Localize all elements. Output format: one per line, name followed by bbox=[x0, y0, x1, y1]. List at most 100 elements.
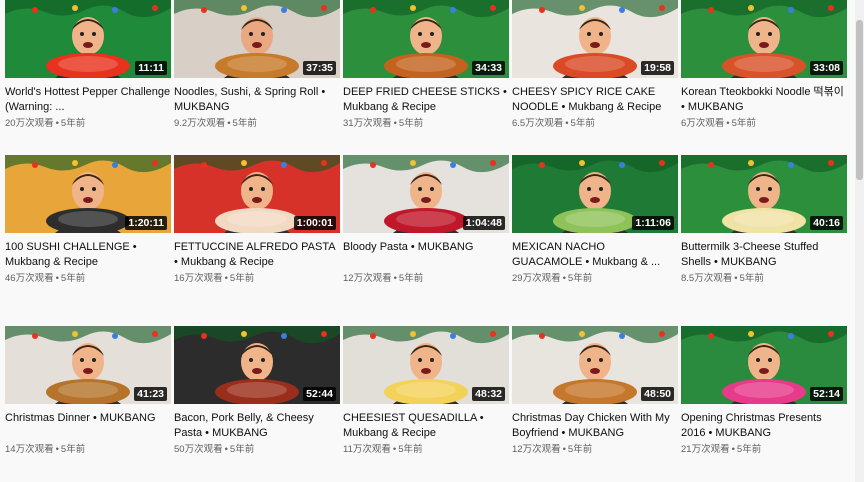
video-duration: 37:35 bbox=[303, 61, 336, 75]
video-card[interactable]: 19:58 CHEESY SPICY RICE CAKE NOODLE • Mu… bbox=[512, 0, 678, 130]
video-title[interactable]: MEXICAN NACHO GUACAMOLE • Mukbang & ... bbox=[512, 240, 678, 270]
video-meta: 6万次观看 • 5年前 bbox=[681, 118, 847, 130]
upload-age: 5年前 bbox=[229, 273, 255, 284]
video-card[interactable]: 40:16 Buttermilk 3-Cheese Stuffed Shells… bbox=[681, 155, 847, 285]
video-card[interactable]: 1:20:11 100 SUSHI CHALLENGE • Mukbang & … bbox=[5, 155, 171, 285]
separator-dot: • bbox=[731, 444, 735, 455]
video-duration: 1:04:48 bbox=[462, 216, 505, 230]
upload-age: 5年前 bbox=[731, 118, 756, 129]
video-card[interactable]: 48:32 CHEESIEST QUESADILLA • Mukbang & R… bbox=[343, 326, 509, 456]
view-count: 29万次观看 bbox=[512, 273, 561, 284]
video-duration: 52:44 bbox=[303, 387, 336, 401]
video-card[interactable]: 52:14 Opening Christmas Presents 2016 • … bbox=[681, 326, 847, 456]
video-title[interactable]: World's Hottest Pepper Challenge (Warnin… bbox=[5, 85, 171, 115]
upload-age: 5年前 bbox=[232, 118, 257, 129]
video-title[interactable]: Bloody Pasta • MUKBANG bbox=[343, 240, 509, 270]
view-count: 21万次观看 bbox=[681, 444, 730, 455]
upload-age: 5年前 bbox=[229, 444, 255, 455]
view-count: 11万次观看 bbox=[343, 444, 391, 455]
video-duration: 41:23 bbox=[134, 387, 167, 401]
video-duration: 48:32 bbox=[472, 387, 505, 401]
video-thumbnail[interactable]: 1:00:01 bbox=[174, 155, 340, 233]
video-duration: 1:11:06 bbox=[632, 216, 674, 230]
separator-dot: • bbox=[392, 444, 397, 455]
upload-age: 5年前 bbox=[736, 444, 762, 455]
upload-age: 5年前 bbox=[60, 444, 86, 455]
video-meta: 29万次观看 • 5年前 bbox=[512, 273, 678, 285]
video-title[interactable]: Bacon, Pork Belly, & Cheesy Pasta • MUKB… bbox=[174, 411, 340, 441]
upload-age: 5年前 bbox=[739, 273, 764, 284]
video-thumbnail[interactable]: 37:35 bbox=[174, 0, 340, 78]
scrollbar[interactable] bbox=[855, 0, 864, 482]
separator-dot: • bbox=[55, 118, 59, 129]
video-thumbnail[interactable]: 34:33 bbox=[343, 0, 509, 78]
video-title[interactable]: Buttermilk 3-Cheese Stuffed Shells • MUK… bbox=[681, 240, 847, 270]
view-count: 46万次观看 bbox=[5, 273, 54, 284]
video-meta: 16万次观看 • 5年前 bbox=[174, 273, 340, 285]
upload-age: 5年前 bbox=[60, 273, 86, 284]
video-meta: 21万次观看 • 5年前 bbox=[681, 444, 847, 456]
video-card[interactable]: 37:35 Noodles, Sushi, & Spring Roll • MU… bbox=[174, 0, 340, 130]
upload-age: 5年前 bbox=[567, 444, 593, 455]
view-count: 12万次观看 bbox=[343, 273, 392, 284]
video-title[interactable]: Korean Tteokbokki Noodle 떡볶이 • MUKBANG bbox=[681, 85, 847, 115]
view-count: 50万次观看 bbox=[174, 444, 223, 455]
video-duration: 52:14 bbox=[810, 387, 843, 401]
video-card[interactable]: 1:04:48 Bloody Pasta • MUKBANG 12万次观看 • 5年… bbox=[343, 155, 509, 285]
video-card[interactable]: 1:00:01 FETTUCCINE ALFREDO PASTA • Mukba… bbox=[174, 155, 340, 285]
upload-age: 5年前 bbox=[398, 273, 424, 284]
video-meta: 9.2万次观看 • 5年前 bbox=[174, 118, 340, 130]
video-thumbnail[interactable]: 1:04:48 bbox=[343, 155, 509, 233]
video-title[interactable]: Noodles, Sushi, & Spring Roll • MUKBANG bbox=[174, 85, 340, 115]
video-duration: 48:50 bbox=[641, 387, 674, 401]
video-card[interactable]: 48:50 Christmas Day Chicken With My Boyf… bbox=[512, 326, 678, 456]
upload-age: 5年前 bbox=[398, 444, 423, 455]
video-thumbnail[interactable]: 11:11 bbox=[5, 0, 171, 78]
video-title[interactable]: 100 SUSHI CHALLENGE • Mukbang & Recipe bbox=[5, 240, 171, 270]
video-title[interactable]: Christmas Day Chicken With My Boyfriend … bbox=[512, 411, 678, 441]
video-title[interactable]: Christmas Dinner • MUKBANG bbox=[5, 411, 171, 441]
video-title[interactable]: CHEESY SPICY RICE CAKE NOODLE • Mukbang … bbox=[512, 85, 678, 115]
video-title[interactable]: Opening Christmas Presents 2016 • MUKBAN… bbox=[681, 411, 847, 441]
view-count: 8.5万次观看 bbox=[681, 273, 733, 284]
video-duration: 19:58 bbox=[641, 61, 674, 75]
video-meta: 8.5万次观看 • 5年前 bbox=[681, 273, 847, 285]
video-meta: 12万次观看 • 5年前 bbox=[512, 444, 678, 456]
view-count: 9.2万次观看 bbox=[174, 118, 226, 129]
video-card[interactable]: 1:11:06 MEXICAN NACHO GUACAMOLE • Mukban… bbox=[512, 155, 678, 285]
video-duration: 34:33 bbox=[472, 61, 505, 75]
video-thumbnail[interactable]: 52:44 bbox=[174, 326, 340, 404]
video-title[interactable]: FETTUCCINE ALFREDO PASTA • Mukbang & Rec… bbox=[174, 240, 340, 270]
view-count: 20万次观看 bbox=[5, 118, 54, 129]
video-thumbnail[interactable]: 40:16 bbox=[681, 155, 847, 233]
video-thumbnail[interactable]: 1:11:06 bbox=[512, 155, 678, 233]
video-title[interactable]: CHEESIEST QUESADILLA • Mukbang & Recipe bbox=[343, 411, 509, 441]
separator-dot: • bbox=[726, 118, 730, 129]
video-meta: 6.5万次观看 • 5年前 bbox=[512, 118, 678, 130]
scrollbar-thumb[interactable] bbox=[856, 20, 863, 180]
video-thumbnail[interactable]: 41:23 bbox=[5, 326, 171, 404]
video-thumbnail[interactable]: 33:08 bbox=[681, 0, 847, 78]
video-card[interactable]: 33:08 Korean Tteokbokki Noodle 떡볶이 • MUK… bbox=[681, 0, 847, 130]
separator-dot: • bbox=[734, 273, 738, 284]
separator-dot: • bbox=[565, 118, 569, 129]
video-thumbnail[interactable]: 52:14 bbox=[681, 326, 847, 404]
upload-age: 5年前 bbox=[60, 118, 86, 129]
video-meta: 12万次观看 • 5年前 bbox=[343, 273, 509, 285]
video-thumbnail[interactable]: 1:20:11 bbox=[5, 155, 171, 233]
upload-age: 5年前 bbox=[570, 118, 595, 129]
separator-dot: • bbox=[227, 118, 231, 129]
video-thumbnail[interactable]: 48:50 bbox=[512, 326, 678, 404]
video-card[interactable]: 34:33 DEEP FRIED CHEESE STICKS • Mukbang… bbox=[343, 0, 509, 130]
video-thumbnail[interactable]: 19:58 bbox=[512, 0, 678, 78]
video-thumbnail[interactable]: 48:32 bbox=[343, 326, 509, 404]
video-duration: 11:11 bbox=[135, 61, 167, 75]
separator-dot: • bbox=[393, 273, 397, 284]
video-card[interactable]: 11:11 World's Hottest Pepper Challenge (… bbox=[5, 0, 171, 130]
video-meta: 50万次观看 • 5年前 bbox=[174, 444, 340, 456]
separator-dot: • bbox=[55, 273, 59, 284]
video-card[interactable]: 52:44 Bacon, Pork Belly, & Cheesy Pasta … bbox=[174, 326, 340, 456]
video-title[interactable]: DEEP FRIED CHEESE STICKS • Mukbang & Rec… bbox=[343, 85, 509, 115]
video-card[interactable]: 41:23 Christmas Dinner • MUKBANG 14万次观看 •… bbox=[5, 326, 171, 456]
view-count: 6.5万次观看 bbox=[512, 118, 564, 129]
